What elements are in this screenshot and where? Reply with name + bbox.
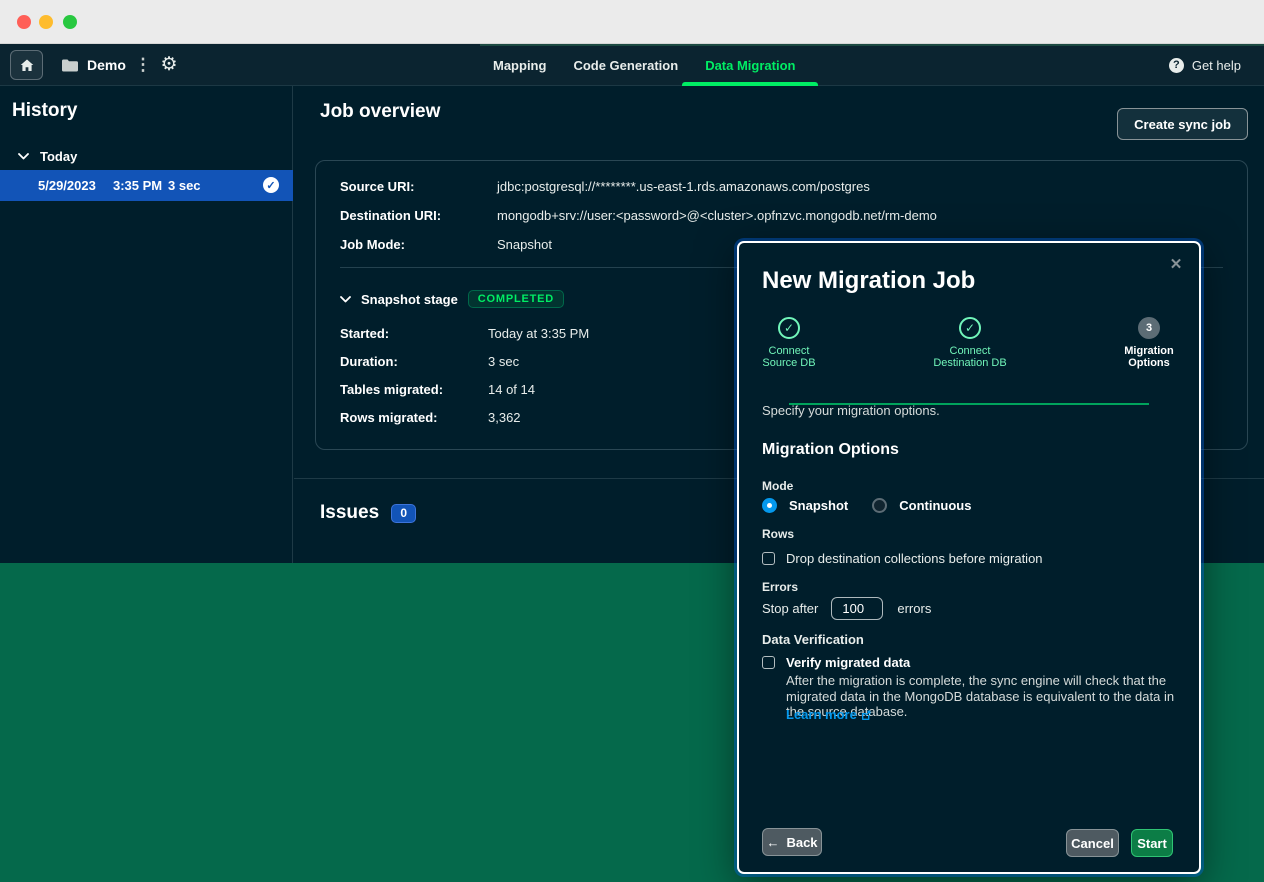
arrow-left-icon: ← [766, 835, 779, 850]
tab-code-generation[interactable]: Code Generation [573, 44, 678, 86]
verify-data-checkbox[interactable] [762, 656, 775, 669]
close-icon[interactable]: ✕ [1167, 255, 1185, 273]
get-help-button[interactable]: ? Get help [1169, 44, 1241, 86]
history-row-time: 3:35 PM [113, 178, 162, 193]
chevron-down-icon [340, 296, 351, 303]
stop-after-row: Stop after errors [762, 596, 931, 620]
settings-gear-icon[interactable]: ⚙ [158, 49, 180, 79]
home-icon [20, 59, 34, 72]
issues-count-badge: 0 [391, 504, 416, 523]
learn-more-link[interactable]: Learn more [786, 707, 871, 722]
verify-data-label: Verify migrated data [786, 655, 910, 670]
errors-label: Errors [762, 580, 798, 594]
tab-data-migration[interactable]: Data Migration [705, 44, 795, 86]
history-row-date: 5/29/2023 [38, 178, 96, 193]
kebab-menu-icon[interactable]: ⋮ [136, 50, 150, 80]
modal-description: Specify your migration options. [762, 403, 940, 418]
window-minimize-button[interactable] [39, 15, 53, 29]
drop-collections-checkbox[interactable] [762, 552, 775, 565]
step-label: Connect Destination DB [915, 345, 1025, 369]
chevron-down-icon [18, 153, 29, 160]
issues-section-header: Issues 0 [320, 502, 416, 524]
main-tabs: Mapping Code Generation Data Migration [493, 44, 795, 86]
mode-radio-group: Snapshot Continuous [762, 497, 995, 514]
history-sidebar: History Today 5/29/2023 3:35 PM 3 sec ✓ [0, 86, 293, 563]
start-button[interactable]: Start [1131, 829, 1173, 857]
step-connect-destination-db[interactable]: ✓ Connect Destination DB [915, 317, 1025, 369]
app-toolbar: Demo ⋮ ⚙ Mapping Code Generation Data Mi… [0, 44, 1264, 86]
back-button[interactable]: ← Back [762, 828, 822, 856]
get-help-label: Get help [1192, 58, 1241, 73]
verify-data-option: Verify migrated data [762, 655, 910, 670]
step-connect-source-db[interactable]: ✓ Connect Source DB [734, 317, 844, 369]
radio-snapshot-label: Snapshot [789, 498, 848, 513]
job-mode-label: Job Mode: [340, 237, 405, 252]
history-row-duration: 3 sec [168, 178, 201, 193]
mode-label: Mode [762, 479, 793, 493]
stat-value: 3,362 [488, 410, 521, 425]
radio-snapshot[interactable] [762, 498, 777, 513]
window-close-button[interactable] [17, 15, 31, 29]
stop-after-suffix: errors [897, 601, 931, 616]
issues-title: Issues [320, 502, 379, 524]
destination-uri-label: Destination URI: [340, 208, 441, 223]
learn-more-label: Learn more [786, 707, 857, 722]
stat-label: Rows migrated: [340, 410, 438, 425]
step-check-icon: ✓ [959, 317, 981, 339]
stat-value: 14 of 14 [488, 382, 535, 397]
history-title: History [12, 100, 77, 122]
source-uri-row: Source URI: jdbc:postgresql://********.u… [340, 179, 1223, 195]
rows-label: Rows [762, 527, 794, 541]
step-check-icon: ✓ [778, 317, 800, 339]
modal-title: New Migration Job [762, 267, 975, 295]
step-label: Migration Options [1094, 345, 1204, 369]
history-row-selected[interactable]: 5/29/2023 3:35 PM 3 sec ✓ [0, 170, 293, 201]
window-zoom-button[interactable] [63, 15, 77, 29]
home-button[interactable] [10, 50, 43, 80]
step-migration-options[interactable]: 3 Migration Options [1094, 317, 1204, 369]
check-circle-icon: ✓ [263, 177, 279, 193]
destination-uri-value: mongodb+srv://user:<password>@<cluster>.… [497, 208, 937, 223]
stat-value: 3 sec [488, 354, 519, 369]
wizard-stepper: ✓ Connect Source DB ✓ Connect Destinatio… [739, 317, 1199, 377]
history-group-label: Today [40, 149, 77, 164]
radio-continuous[interactable] [872, 498, 887, 513]
external-link-icon [861, 710, 871, 720]
create-sync-job-button[interactable]: Create sync job [1117, 108, 1248, 140]
step-label: Connect Source DB [734, 345, 844, 369]
folder-icon [62, 59, 78, 72]
source-uri-value: jdbc:postgresql://********.us-east-1.rds… [497, 179, 870, 194]
radio-continuous-label: Continuous [899, 498, 971, 513]
data-verification-label: Data Verification [762, 632, 864, 647]
stop-after-prefix: Stop after [762, 601, 818, 616]
migration-options-title: Migration Options [762, 441, 899, 459]
back-button-label: Back [786, 835, 817, 850]
drop-collections-option: Drop destination collections before migr… [762, 551, 1043, 566]
source-uri-label: Source URI: [340, 179, 414, 194]
job-mode-value: Snapshot [497, 237, 552, 252]
drop-collections-label: Drop destination collections before migr… [786, 551, 1043, 566]
cancel-button[interactable]: Cancel [1066, 829, 1119, 857]
snapshot-stage-label: Snapshot stage [361, 292, 458, 307]
tab-mapping[interactable]: Mapping [493, 44, 546, 86]
page-title: Job overview [320, 101, 440, 123]
help-icon: ? [1169, 58, 1184, 73]
history-group-today[interactable]: Today [18, 146, 77, 166]
completed-badge: COMPLETED [468, 290, 564, 308]
stat-value: Today at 3:35 PM [488, 326, 589, 341]
new-migration-job-modal: ✕ New Migration Job ✓ Connect Source DB … [737, 241, 1201, 874]
snapshot-stage-toggle[interactable]: Snapshot stage COMPLETED [340, 289, 564, 309]
error-threshold-input[interactable] [831, 597, 883, 620]
step-number: 3 [1138, 317, 1160, 339]
destination-uri-row: Destination URI: mongodb+srv://user:<pas… [340, 208, 1223, 224]
window-titlebar [0, 0, 1264, 44]
stat-label: Started: [340, 326, 389, 341]
project-menu[interactable]: Demo [62, 50, 126, 80]
stat-label: Tables migrated: [340, 382, 443, 397]
stat-label: Duration: [340, 354, 398, 369]
project-name: Demo [87, 57, 126, 73]
